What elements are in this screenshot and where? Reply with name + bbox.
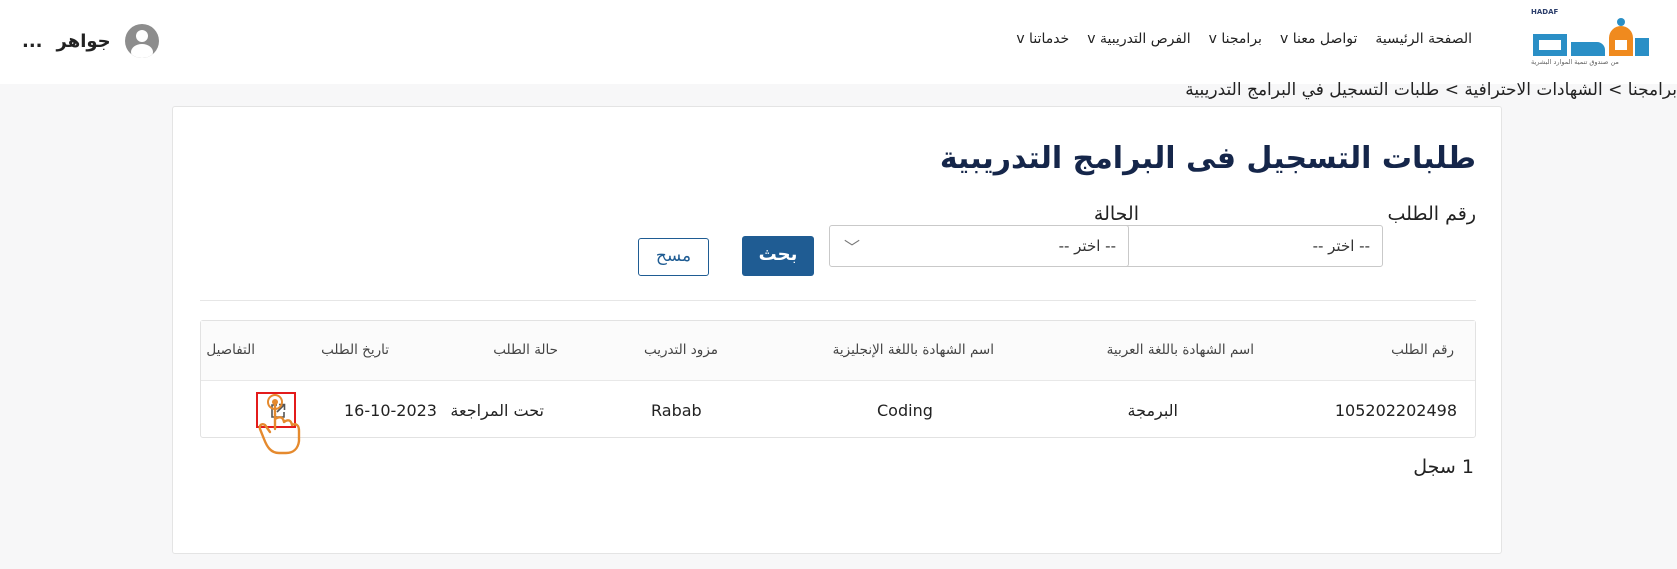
user-more[interactable]: ... xyxy=(22,31,43,52)
chevron-down-icon: ﹀ xyxy=(844,238,861,257)
col-status[interactable]: حالة الطلب xyxy=(493,342,558,358)
nav-programs[interactable]: برامجنا v xyxy=(1209,31,1262,47)
nav-home[interactable]: الصفحة الرئيسية xyxy=(1375,31,1472,47)
nav-contact[interactable]: تواصل معنا v xyxy=(1280,31,1357,47)
cell-cert-name-ar: البرمجة xyxy=(1127,401,1178,420)
search-button[interactable]: بحث xyxy=(742,236,814,276)
requests-card: طلبات التسجيل فى البرامج التدريبية رقم ا… xyxy=(172,106,1502,554)
table-header: رقم الطلب اسم الشهادة باللغة العربية اسم… xyxy=(201,321,1475,381)
request-number-label: رقم الطلب xyxy=(1387,203,1476,225)
breadcrumb[interactable]: برامجنا > الشهادات الاحترافية > طلبات ال… xyxy=(1185,80,1677,100)
clear-button[interactable]: مسح xyxy=(638,238,709,276)
col-cert-name-en[interactable]: اسم الشهادة باللغة الإنجليزية xyxy=(833,342,994,358)
pointer-hand-icon xyxy=(258,394,301,455)
logo-tagline: من صندوق تنمية الموارد البشرية xyxy=(1531,58,1619,66)
user-menu[interactable]: ... جواهر xyxy=(22,24,159,58)
nav-services[interactable]: خدماتنا v xyxy=(1016,31,1069,47)
cell-cert-name-en: Coding xyxy=(877,401,933,420)
status-select-value: -- اختر -- xyxy=(1058,237,1116,255)
requests-table: رقم الطلب اسم الشهادة باللغة العربية اسم… xyxy=(200,320,1476,438)
cell-provider: Rabab xyxy=(651,401,702,420)
col-date[interactable]: تاريخ الطلب xyxy=(321,342,389,358)
status-label: الحالة xyxy=(1093,203,1139,225)
cell-request-number: 105202202498 xyxy=(1334,401,1457,420)
record-count: 1 سجل xyxy=(1413,456,1474,478)
col-provider[interactable]: مزود التدريب xyxy=(644,342,718,358)
nav-training-opportunities[interactable]: الفرص التدريبية v xyxy=(1087,31,1190,47)
col-cert-name-ar[interactable]: اسم الشهادة باللغة العربية xyxy=(1107,342,1254,358)
col-request-number[interactable]: رقم الطلب xyxy=(1391,342,1454,358)
main-nav: الصفحة الرئيسية تواصل معنا v برامجنا v ا… xyxy=(1016,31,1472,47)
user-name: جواهر xyxy=(56,30,111,52)
status-select[interactable]: -- اختر -- ﹀ xyxy=(829,225,1129,267)
page-title: طلبات التسجيل فى البرامج التدريبية xyxy=(939,141,1476,176)
divider xyxy=(200,300,1476,301)
col-details: التفاصيل xyxy=(206,342,255,358)
cell-date: 16-10-2023 xyxy=(344,401,437,420)
top-navigation-bar: HADAF من صندوق تنمية الموارد البشرية الص… xyxy=(0,0,1677,84)
avatar-icon[interactable] xyxy=(124,24,159,58)
hadaf-logo[interactable]: HADAF من صندوق تنمية الموارد البشرية xyxy=(1525,8,1655,72)
cell-status: تحت المراجعة xyxy=(450,401,544,420)
request-number-select-value: -- اختر -- xyxy=(1312,237,1370,255)
